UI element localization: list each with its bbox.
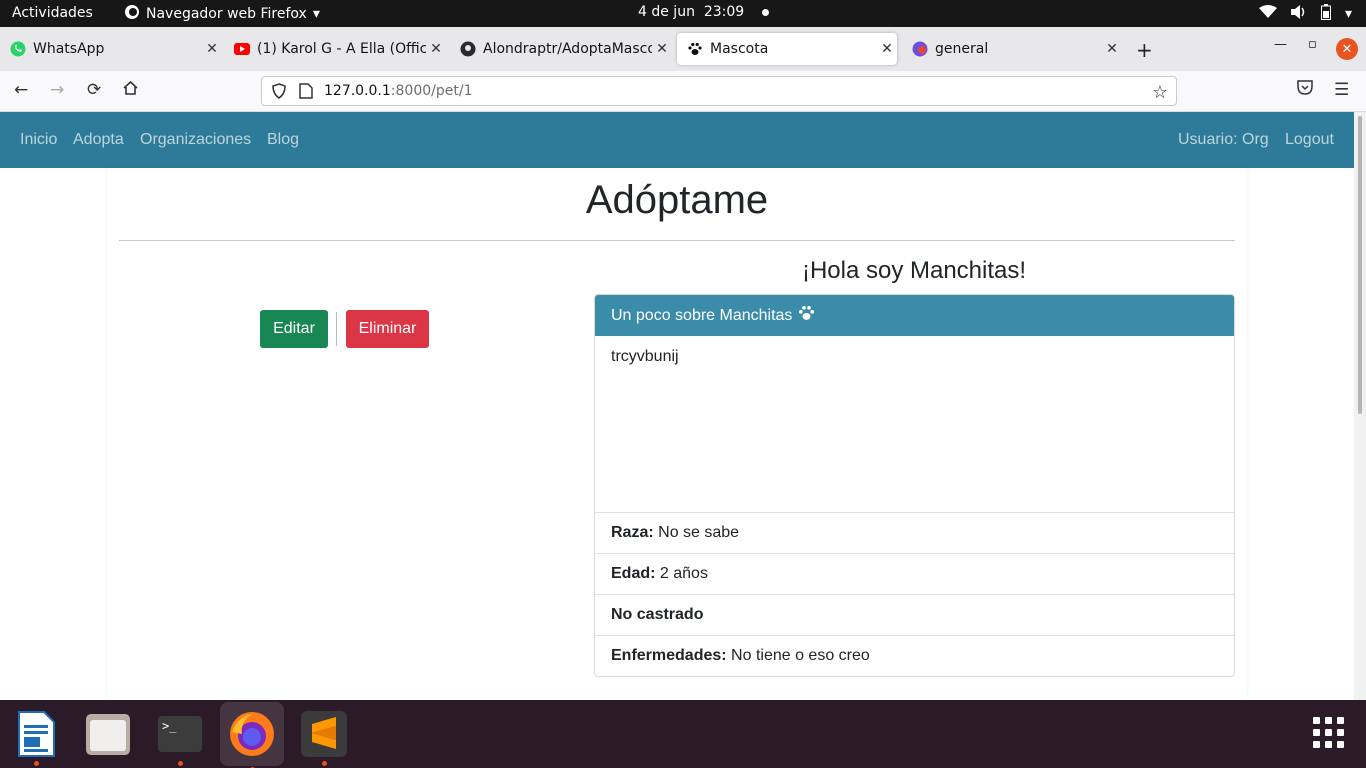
system-top-bar: Actividades Navegador web Firefox ▾ 4 de… <box>0 0 1366 27</box>
browser-toolbar: ← → ⟳ 127.0.0.1:8000/pet/1 ☆ ☰ <box>0 71 1366 112</box>
close-tab-icon[interactable]: ✕ <box>1102 41 1122 57</box>
tab-strip: WhatsApp ✕ (1) Karol G - A Ella (Officia… <box>0 27 1366 71</box>
nav-link-organizaciones[interactable]: Organizaciones <box>140 131 251 149</box>
nav-link-blog[interactable]: Blog <box>267 131 299 149</box>
detail-diseases: Enfermedades: No tiene o eso creo <box>595 636 1234 676</box>
detail-value: 2 años <box>659 565 708 582</box>
tab-title: (1) Karol G - A Ella (Officia <box>257 41 426 57</box>
new-tab-plus-icon[interactable]: + <box>1136 38 1153 62</box>
pocket-icon[interactable] <box>1297 80 1313 100</box>
system-tray[interactable]: ▾ <box>1258 4 1352 24</box>
firefox-icon[interactable] <box>220 702 284 768</box>
button-separator <box>336 312 337 346</box>
url-text: 127.0.0.1:8000/pet/1 <box>324 83 473 99</box>
tab-title: Mascota <box>710 41 769 57</box>
tab-title: Alondraptr/AdoptaMasco <box>483 41 652 57</box>
volume-icon <box>1290 5 1307 23</box>
detail-age: Edad: 2 años <box>595 554 1234 595</box>
battery-icon <box>1320 4 1331 24</box>
pet-greeting: ¡Hola soy Manchitas! <box>801 257 1027 284</box>
nav-link-inicio[interactable]: Inicio <box>20 131 57 149</box>
detail-value: No castrado <box>611 606 704 623</box>
paw-icon <box>687 41 703 57</box>
tab-youtube[interactable]: (1) Karol G - A Ella (Officia ✕ <box>224 33 446 65</box>
running-indicator <box>34 761 39 766</box>
svg-text:>_: >_ <box>162 719 177 733</box>
title-divider <box>119 240 1235 241</box>
close-tab-icon[interactable]: ✕ <box>202 41 222 57</box>
show-apps-icon[interactable] <box>1312 716 1346 750</box>
minimize-icon[interactable]: — <box>1274 37 1287 52</box>
nav-user-link[interactable]: Usuario: Org <box>1178 131 1269 149</box>
close-tab-icon[interactable]: ✕ <box>652 41 672 57</box>
main-container: Adóptame Editar Eliminar ¡Hola soy Manch… <box>107 168 1247 700</box>
sublime-text-icon[interactable] <box>298 708 350 766</box>
detail-value: No tiene o eso creo <box>731 647 870 664</box>
edit-button[interactable]: Editar <box>260 310 328 348</box>
delete-button[interactable]: Eliminar <box>346 310 429 348</box>
activities-button[interactable]: Actividades <box>12 5 93 21</box>
hamburger-menu-icon[interactable]: ☰ <box>1334 80 1349 100</box>
close-tab-icon[interactable]: ✕ <box>426 41 446 57</box>
tab-title: general <box>935 41 989 57</box>
pet-description: trcyvbunij <box>595 336 1234 513</box>
site-navbar: Inicio Adopta Organizaciones Blog Usuari… <box>0 112 1354 168</box>
url-bar[interactable]: 127.0.0.1:8000/pet/1 ☆ <box>261 76 1177 106</box>
detail-label: Raza: <box>611 524 654 541</box>
paw-icon <box>798 305 815 326</box>
tab-whatsapp[interactable]: WhatsApp ✕ <box>0 33 222 65</box>
running-indicator <box>178 761 183 766</box>
scrollbar-thumb[interactable] <box>1358 116 1362 414</box>
app-menu-label: Navegador web Firefox <box>146 6 307 22</box>
page-scrollbar[interactable] <box>1354 112 1366 700</box>
tab-discord[interactable]: general ✕ <box>902 33 1122 65</box>
system-menu-caret-icon: ▾ <box>1344 6 1352 22</box>
window-close-icon[interactable]: ✕ <box>1336 38 1358 60</box>
firefox-small-icon <box>124 4 140 24</box>
detail-label: Enfermedades: <box>611 647 727 664</box>
app-menu[interactable]: Navegador web Firefox ▾ <box>124 4 320 24</box>
clock[interactable]: 4 de jun 23:09 <box>638 4 770 20</box>
pet-info-card: Un poco sobre Manchitas trcyvbunij Raza:… <box>594 294 1235 677</box>
tab-mascota[interactable]: Mascota ✕ <box>677 33 897 65</box>
files-icon[interactable] <box>82 708 134 760</box>
forward-arrow-icon[interactable]: → <box>50 80 64 100</box>
card-header: Un poco sobre Manchitas <box>595 295 1234 336</box>
wifi-icon <box>1258 5 1277 23</box>
maximize-icon[interactable]: ▫ <box>1308 37 1317 52</box>
nav-logout-link[interactable]: Logout <box>1285 131 1334 149</box>
close-tab-icon[interactable]: ✕ <box>877 41 897 57</box>
page-info-icon[interactable] <box>299 83 313 103</box>
tab-title: WhatsApp <box>33 41 105 57</box>
bookmark-star-icon[interactable]: ☆ <box>1152 82 1168 103</box>
youtube-icon <box>234 41 250 57</box>
page-title: Adóptame <box>585 178 769 222</box>
terminal-icon[interactable]: >_ <box>154 708 206 766</box>
tab-github[interactable]: Alondraptr/AdoptaMasco ✕ <box>450 33 672 65</box>
card-header-title: Un poco sobre Manchitas <box>611 306 793 324</box>
detail-value: No se sabe <box>658 524 740 541</box>
github-icon <box>460 41 476 57</box>
home-icon[interactable] <box>122 80 139 101</box>
clock-datetime: 4 de jun 23:09 <box>638 4 745 20</box>
whatsapp-icon <box>10 41 26 57</box>
discord-icon <box>912 41 928 57</box>
detail-label: Edad: <box>611 565 656 582</box>
back-arrow-icon[interactable]: ← <box>14 80 28 100</box>
shield-icon[interactable] <box>271 83 287 103</box>
dock: >_ <box>0 700 1366 768</box>
notification-dot-icon <box>762 8 770 16</box>
detail-neutered: No castrado <box>595 595 1234 636</box>
caret-down-icon: ▾ <box>312 6 320 22</box>
reload-icon[interactable]: ⟳ <box>87 80 101 100</box>
nav-link-adopta[interactable]: Adopta <box>73 131 124 149</box>
running-indicator <box>322 761 327 766</box>
detail-breed: Raza: No se sabe <box>595 513 1234 554</box>
libreoffice-writer-icon[interactable] <box>10 708 62 766</box>
